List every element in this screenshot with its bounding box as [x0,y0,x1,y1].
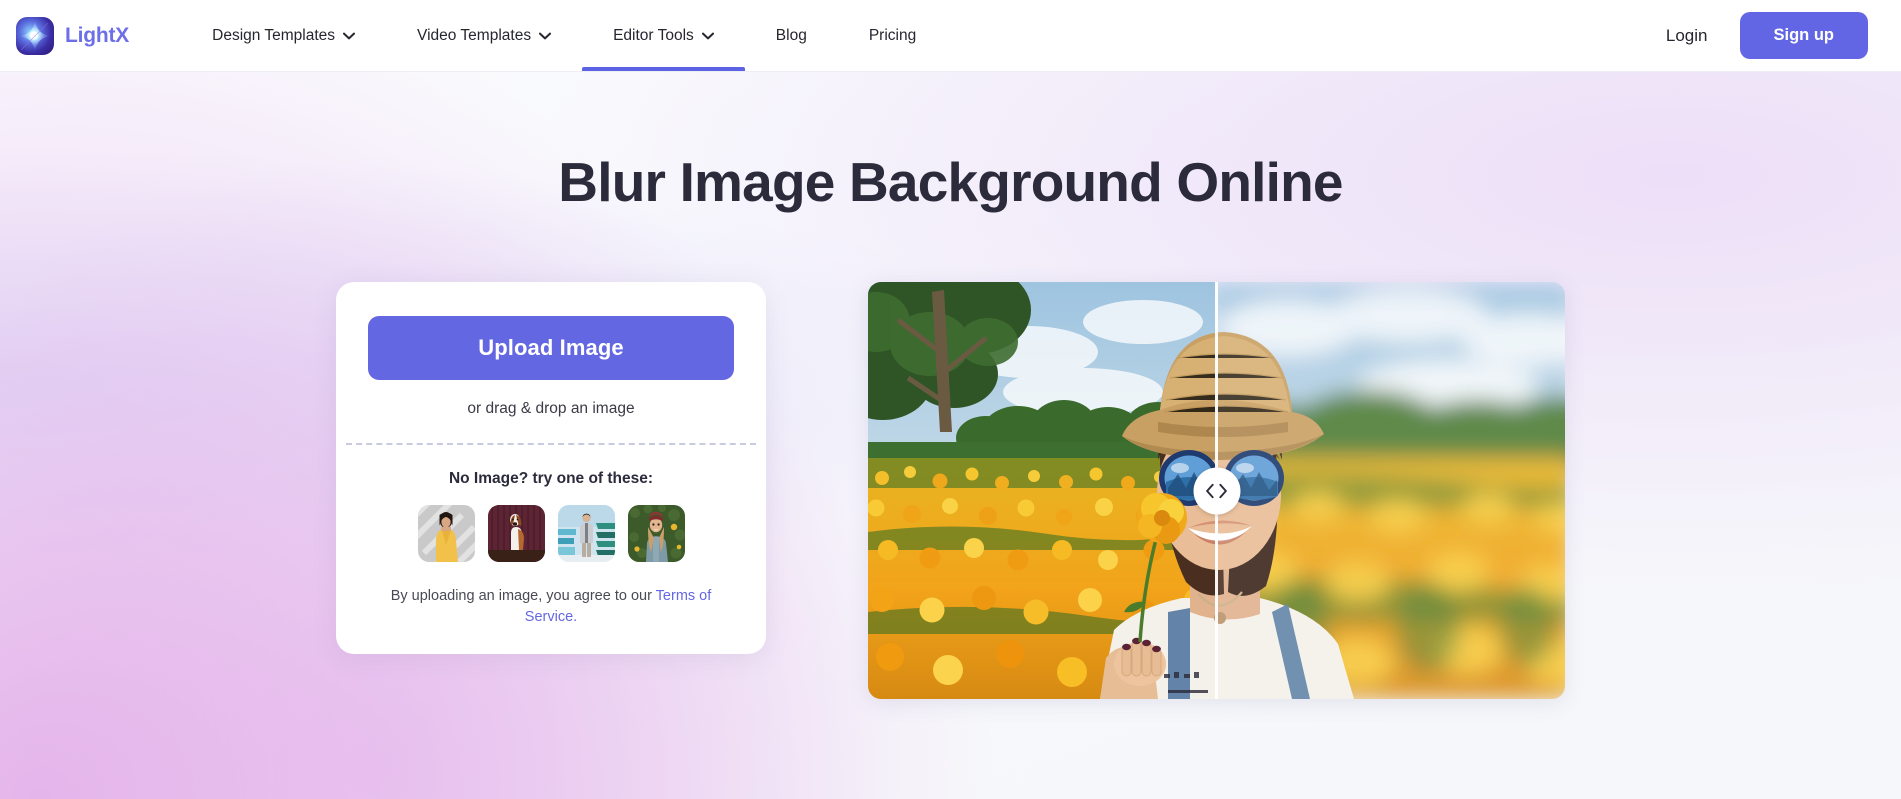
nav-item-video-templates[interactable]: Video Templates [386,0,582,71]
main-content: Upload Image or drag & drop an image No … [0,282,1901,699]
man-standing-sample[interactable] [557,505,615,562]
site-header: LightX Design Templates Video Templates … [0,0,1901,72]
nav-label: Blog [775,26,807,44]
drag-drop-hint: or drag & drop an image [467,400,635,417]
nav-label: Design Templates [212,26,336,44]
nav-item-pricing[interactable]: Pricing [838,0,947,71]
beagle-dog-sample[interactable] [487,505,545,562]
nav-item-design-templates[interactable]: Design Templates [181,0,386,71]
terms-prefix: By uploading an image, you agree to our [390,588,656,604]
nav-label: Editor Tools [613,26,694,44]
chevron-right-icon[interactable] [1219,483,1228,498]
login-link[interactable]: Login [1666,26,1708,46]
comparison-slider-handle[interactable] [1193,467,1240,514]
chevron-down-icon [539,32,552,40]
brand-name: LightX [65,23,130,47]
primary-nav: Design Templates Video Templates Editor … [181,0,947,71]
samples-label: No Image? try one of these: [448,470,654,487]
nav-label: Pricing [868,26,917,44]
nav-item-editor-tools[interactable]: Editor Tools [582,0,745,71]
chevron-down-icon [343,32,356,40]
upload-card: Upload Image or drag & drop an image No … [336,282,766,655]
signup-button[interactable]: Sign up [1739,12,1868,59]
brand-logo-link[interactable]: LightX [16,16,130,55]
terms-text: By uploading an image, you agree to our … [368,586,734,628]
card-divider [346,443,756,445]
woman-in-yellow-outfit-sample[interactable] [417,505,475,562]
nav-label: Video Templates [417,26,532,44]
sample-thumbnails [368,505,734,562]
upload-image-button[interactable]: Upload Image [368,316,734,380]
chevron-left-icon[interactable] [1206,483,1215,498]
header-actions: Login Sign up [1666,12,1868,59]
chevron-down-icon [701,32,714,40]
lightx-star-logo-icon [16,16,54,55]
before-after-preview[interactable] [868,282,1565,699]
woman-with-beanie-sample[interactable] [627,505,685,562]
page-title: Blur Image Background Online [558,151,1343,213]
nav-item-blog[interactable]: Blog [745,0,838,71]
